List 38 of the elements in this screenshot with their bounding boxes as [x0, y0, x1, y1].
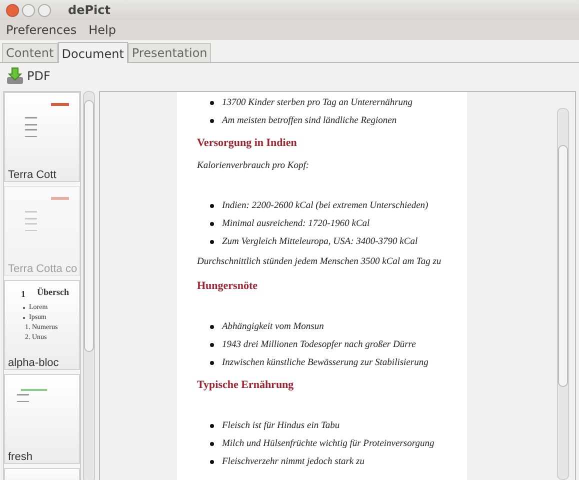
- theme-card[interactable]: Terra Cott: [4, 92, 80, 182]
- bullet-item: Milch und Hülsenfrüchte wichtig für Proteinversorgung: [197, 435, 467, 453]
- maximize-button[interactable]: [38, 4, 51, 16]
- scrollbar[interactable]: [557, 108, 569, 480]
- bullet-item: Abhängigkeit vom Monsun: [197, 318, 467, 336]
- section-heading: Hungersnöte: [197, 278, 258, 294]
- bullet-item: 1943 drei Millionen Todesopfer nach großer Dürre: [197, 336, 467, 354]
- tab[interactable]: Content: [2, 43, 58, 62]
- menu-item[interactable]: Help: [88, 23, 116, 37]
- menu-item[interactable]: Preferences: [6, 23, 77, 37]
- download-icon: [6, 67, 24, 85]
- bullet-item: Inzwischen künstliche Bewässerung zur Stabilisierung: [197, 354, 467, 372]
- section-heading: Versorgung in Indien: [197, 136, 298, 150]
- theme-card[interactable]: fresh: [4, 374, 80, 464]
- slide-preview-drawing: [17, 389, 47, 402]
- theme-name: alpha-bloc: [7, 357, 60, 369]
- bullet-item: Fleischverzehr nimmt jedoch stark zu: [197, 453, 467, 471]
- minimize-button[interactable]: [22, 4, 35, 16]
- slide-number: 1: [21, 289, 26, 299]
- tab[interactable]: Document: [58, 42, 128, 63]
- paragraph: Kalorienverbrauch pro Kopf:: [197, 160, 310, 173]
- tab[interactable]: Presentation: [128, 43, 212, 62]
- section-heading: Typische Ernährung: [197, 378, 295, 392]
- bullet-item: Fleisch ist für Hindus ein Tabu: [197, 417, 467, 435]
- bullet-item: Indien: 2200-2600 kCal (bei extremen Unterschieden): [197, 197, 467, 215]
- paragraph: Durchschnittlich stünden jedem Menschen 3500 kCal am Tag zu: [197, 256, 442, 269]
- pdf-export-button[interactable]: PDF: [6, 67, 50, 85]
- bullet-item: 13700 Kinder sterben pro Tag an Unterernährung: [197, 94, 467, 112]
- bullet-item: Minimal ausreichend: 1720-1960 kCal: [197, 215, 467, 233]
- window-title: dePict: [68, 3, 110, 17]
- close-button[interactable]: [6, 4, 19, 16]
- theme-name: Terra Cotta co: [7, 263, 78, 275]
- scrollbar[interactable]: [83, 91, 95, 480]
- bullet-item: Zum Vergleich Mitteleuropa, USA: 3400-3790 kCal: [197, 233, 467, 251]
- slide-heading: Übersch: [37, 287, 69, 297]
- theme-name: fresh: [7, 451, 34, 463]
- theme-name: Terra Cott: [7, 169, 58, 181]
- bullet-item: Am meisten betroffen sind ländliche Regionen: [197, 112, 467, 130]
